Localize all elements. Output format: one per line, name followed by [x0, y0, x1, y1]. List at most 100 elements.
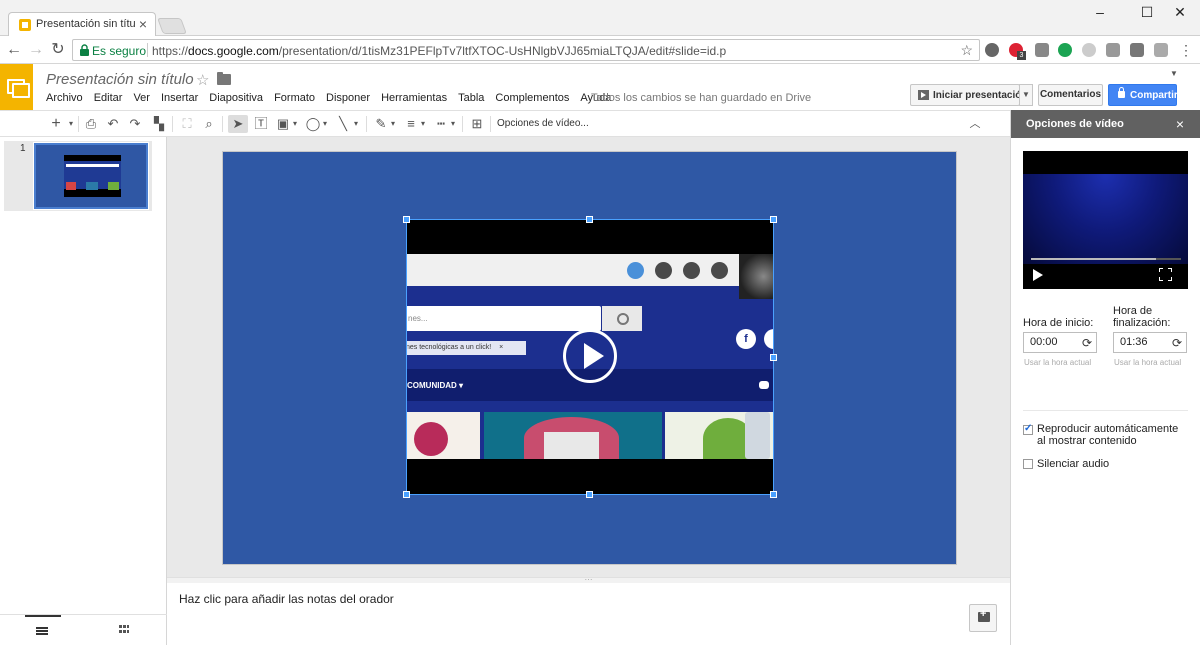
collapse-toolbar-icon[interactable]: ︿ — [966, 115, 984, 133]
autoplay-checkbox[interactable] — [1023, 423, 1033, 435]
extension-grid-icon[interactable] — [1106, 43, 1120, 57]
reload-icon[interactable]: ↻ — [48, 40, 68, 60]
resize-handle-se[interactable] — [770, 491, 777, 498]
zoom-icon[interactable]: ⌕ — [200, 115, 218, 133]
border-dash-icon[interactable]: ┅ — [432, 115, 450, 133]
select-cursor-icon[interactable]: ➤ — [228, 115, 248, 133]
resize-handle-n[interactable] — [586, 216, 593, 223]
play-icon[interactable] — [563, 329, 617, 383]
use-current-time-end[interactable]: Usar la hora actual — [1114, 358, 1181, 367]
extension-copy-icon[interactable] — [1035, 43, 1049, 57]
video-progress-bar[interactable] — [1031, 258, 1181, 260]
add-comment-button[interactable] — [969, 604, 997, 632]
border-weight-icon[interactable]: ≡ — [402, 115, 420, 133]
video-card — [665, 412, 774, 459]
menu-diapositiva[interactable]: Diapositiva — [209, 92, 263, 108]
extension-k-icon[interactable] — [1058, 43, 1072, 57]
slide[interactable]: nes... nes tecnológicas a un click! × f … — [222, 151, 957, 565]
end-time-input[interactable]: 01:36 ⟳ — [1113, 332, 1187, 353]
mute-checkbox[interactable] — [1023, 459, 1033, 469]
fullscreen-icon[interactable] — [1159, 268, 1172, 281]
comments-button[interactable]: Comentarios — [1038, 84, 1103, 106]
print-icon[interactable]: ⎙ — [82, 115, 100, 133]
image-dropdown-icon[interactable]: ▾ — [291, 115, 299, 133]
share-button[interactable]: Compartir — [1108, 84, 1178, 106]
filmstrip-view-icon[interactable] — [25, 615, 61, 645]
zoom-fit-icon[interactable]: ⛶ — [178, 115, 196, 133]
bookmark-star-icon[interactable]: ☆ — [960, 42, 973, 59]
redo-icon[interactable]: ↷ — [126, 115, 144, 133]
play-icon[interactable] — [1033, 269, 1043, 281]
menu-complementos[interactable]: Complementos — [495, 92, 569, 108]
tab-close-icon[interactable]: × — [139, 16, 147, 32]
extension-cast-icon[interactable] — [985, 43, 999, 57]
autoplay-label[interactable]: Reproducir automáticamente al mostrar co… — [1037, 423, 1187, 447]
shape-dropdown-icon[interactable]: ▾ — [321, 115, 329, 133]
menu-formato[interactable]: Formato — [274, 92, 315, 108]
border-color-icon[interactable]: ✎ — [372, 115, 390, 133]
add-comment-icon[interactable]: ⊞ — [468, 115, 486, 133]
view-switcher — [0, 614, 167, 645]
reset-start-icon[interactable]: ⟳ — [1082, 336, 1092, 350]
use-current-time-start[interactable]: Usar la hora actual — [1024, 358, 1091, 367]
menu-insertar[interactable]: Insertar — [161, 92, 198, 108]
image-icon[interactable]: ▣ — [274, 115, 292, 133]
text-box-icon[interactable]: 🅃 — [252, 115, 270, 133]
resize-handle-ne[interactable] — [770, 216, 777, 223]
border-dash-dropdown-icon[interactable]: ▾ — [449, 115, 457, 133]
paint-format-icon[interactable]: ▚ — [150, 115, 168, 133]
present-dropdown-icon[interactable]: ▼ — [1019, 84, 1033, 106]
shape-icon[interactable]: ◯ — [304, 115, 322, 133]
mute-label[interactable]: Silenciar audio — [1037, 458, 1109, 470]
close-icon[interactable]: × — [1173, 116, 1187, 132]
toolbar-divider — [172, 116, 173, 132]
undo-icon[interactable]: ↶ — [104, 115, 122, 133]
browser-tabstrip: Presentación sin título - Goo × – ☐ ✕ — [0, 0, 1200, 37]
video-options-button[interactable]: Opciones de vídeo... — [497, 118, 589, 129]
video-preview-player[interactable] — [1023, 151, 1188, 289]
start-time-input[interactable]: 00:00 ⟳ — [1023, 332, 1097, 353]
slides-logo-icon[interactable] — [0, 64, 33, 110]
resize-handle-sw[interactable] — [403, 491, 410, 498]
window-minimize-button[interactable]: – — [1080, 2, 1120, 22]
menu-tabla[interactable]: Tabla — [458, 92, 484, 108]
reset-end-icon[interactable]: ⟳ — [1172, 336, 1182, 350]
present-label: Iniciar presentación — [933, 90, 1028, 101]
menu-bar: Archivo Editar Ver Insertar Diapositiva … — [46, 92, 622, 108]
resize-handle-e[interactable] — [770, 354, 777, 361]
collapse-header-icon[interactable]: ▼ — [1170, 69, 1178, 78]
menu-disponer[interactable]: Disponer — [326, 92, 370, 108]
star-icon[interactable]: ☆ — [196, 71, 209, 89]
menu-archivo[interactable]: Archivo — [46, 92, 83, 108]
grid-view-icon[interactable] — [110, 615, 140, 645]
window-close-button[interactable]: ✕ — [1160, 2, 1200, 22]
speaker-notes[interactable]: Haz clic para añadir las notas del orado… — [167, 583, 1010, 645]
present-icon — [918, 90, 929, 100]
browser-tab[interactable]: Presentación sin título - Goo × — [8, 12, 156, 37]
present-button[interactable]: Iniciar presentación — [910, 84, 1027, 106]
slide-thumbnail[interactable] — [33, 142, 149, 210]
extension-tools-icon[interactable] — [1154, 43, 1168, 57]
forward-icon[interactable]: → — [26, 40, 46, 60]
resize-handle-nw[interactable] — [403, 216, 410, 223]
border-weight-dropdown-icon[interactable]: ▾ — [419, 115, 427, 133]
folder-icon[interactable] — [217, 72, 231, 85]
line-icon[interactable]: ╲ — [334, 115, 352, 133]
extension-bulb-icon[interactable] — [1082, 43, 1096, 57]
document-title[interactable]: Presentación sin título — [46, 71, 194, 88]
address-bar[interactable]: Es seguro https://docs.google.com/presen… — [72, 39, 980, 61]
menu-editar[interactable]: Editar — [94, 92, 123, 108]
border-color-dropdown-icon[interactable]: ▾ — [389, 115, 397, 133]
save-status[interactable]: Todos los cambios se han guardado en Dri… — [591, 92, 811, 104]
new-slide-icon[interactable]: + — [48, 115, 64, 133]
extension-wrench-icon[interactable] — [1130, 43, 1144, 57]
line-dropdown-icon[interactable]: ▾ — [352, 115, 360, 133]
resize-handle-s[interactable] — [586, 491, 593, 498]
embedded-video[interactable]: nes... nes tecnológicas a un click! × f … — [406, 219, 774, 495]
menu-herramientas[interactable]: Herramientas — [381, 92, 447, 108]
new-slide-dropdown-icon[interactable]: ▾ — [66, 115, 76, 133]
back-icon[interactable]: ← — [4, 40, 24, 60]
browser-menu-icon[interactable]: ⋮ — [1176, 40, 1196, 60]
menu-ver[interactable]: Ver — [133, 92, 150, 108]
new-tab-button[interactable] — [157, 18, 187, 34]
